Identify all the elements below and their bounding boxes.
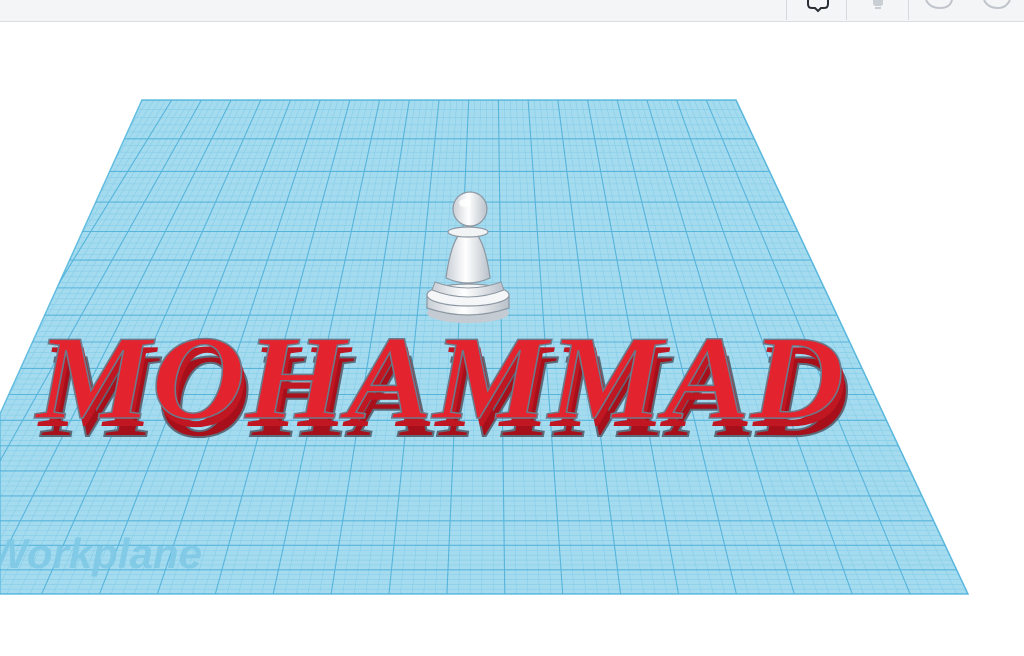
notes-icon [807,0,829,13]
redo-icon [983,0,1011,10]
redo-button[interactable] [980,0,1020,20]
text-shape[interactable]: MOHAMMAD MOHAMMAD MOHAMMAD [33,310,851,463]
toolbar [0,0,1024,22]
toolbar-divider [846,0,847,20]
workplane-label: Workplane [0,530,202,577]
toolbar-divider [786,0,787,20]
light-bulb-button[interactable] [858,0,898,20]
text-shape-label: MOHAMMAD [34,311,844,444]
toolbar-divider [908,0,909,20]
undo-icon [925,0,953,10]
undo-button[interactable] [920,0,960,20]
scene-canvas[interactable]: Workplane MOHAMMAD MOHAMMAD MOHAMMAD [0,22,1024,656]
3d-viewport[interactable]: Workplane MOHAMMAD MOHAMMAD MOHAMMAD [0,22,1024,656]
notes-button[interactable] [798,0,838,20]
light-bulb-icon [873,0,883,9]
